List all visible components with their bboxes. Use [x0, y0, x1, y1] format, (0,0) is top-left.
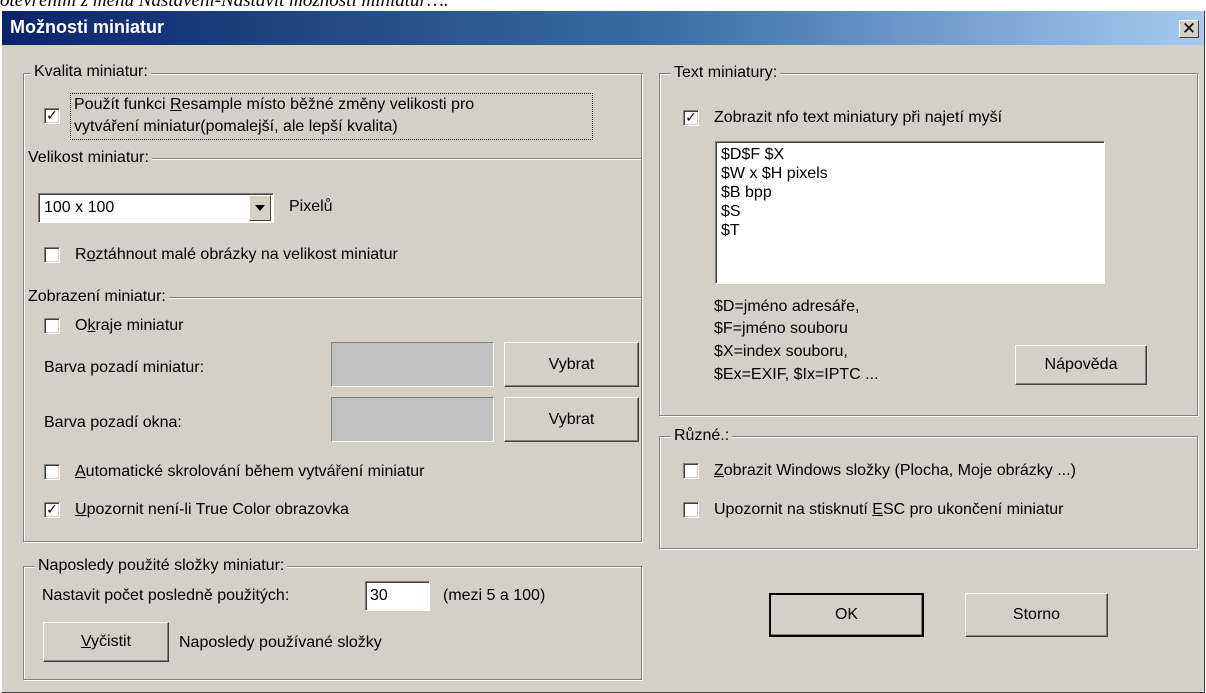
- recent-count-value: 30: [370, 587, 388, 604]
- display-legend: Zobrazení miniatur:: [25, 288, 169, 306]
- dialog-title: Možnosti miniatur: [10, 17, 164, 37]
- clear-recent-button[interactable]: Vyčistit: [43, 622, 169, 662]
- stretch-label: Roztáhnout malé obrázky na velikost mini…: [75, 246, 398, 263]
- size-select-value: 100 x 100: [44, 199, 115, 216]
- template-line: $W x $H pixels: [721, 165, 828, 182]
- template-line: $D$F $X: [721, 146, 785, 163]
- info-template-textarea[interactable]: $D$F $X $W x $H pixels $B bpp $S $T: [715, 141, 1105, 284]
- close-button[interactable]: ✕: [1179, 20, 1199, 38]
- esc-warn-checkbox[interactable]: [683, 502, 699, 518]
- help-button[interactable]: Nápověda: [1015, 345, 1147, 385]
- quality-legend: Kvalita miniatur:: [31, 63, 151, 81]
- recent-count-label: Nastavit počet posledně použitých:: [42, 587, 290, 604]
- help-line: $D=jméno adresáře,: [714, 298, 860, 315]
- show-info-label: Zobrazit nfo text miniatury při najetí m…: [714, 109, 1003, 126]
- title-bar: Možnosti miniatur ✕: [2, 11, 1204, 45]
- template-line: $S: [721, 203, 741, 220]
- borders-label: Okraje miniatur: [75, 317, 184, 334]
- resample-label-line1: Použít funkci Resample místo běžné změny…: [74, 96, 475, 113]
- ok-button[interactable]: OK: [769, 593, 924, 637]
- thumb-bg-swatch: [331, 342, 494, 387]
- thumb-bg-label: Barva pozadí miniatur:: [44, 359, 205, 376]
- autoscroll-checkbox[interactable]: [44, 464, 60, 480]
- recent-count-input[interactable]: 30: [365, 581, 430, 611]
- esc-warn-label: Upozornit na stisknutí ESC pro ukončení …: [714, 501, 1064, 518]
- truecolor-checkbox[interactable]: ✓: [44, 502, 60, 518]
- recent-range-label: (mezi 5 a 100): [443, 587, 546, 604]
- text-legend: Text miniatury:: [671, 64, 781, 82]
- recent-legend: Naposledy použité složky miniatur:: [35, 557, 288, 575]
- help-line: $Ex=EXIF, $Ix=IPTC ...: [714, 366, 879, 383]
- cancel-button[interactable]: Storno: [965, 593, 1108, 637]
- size-select-dropdown[interactable]: [249, 195, 271, 221]
- misc-legend: Různé.:: [671, 427, 733, 445]
- misc-group: [659, 436, 1199, 550]
- check-mark-icon: ✓: [46, 107, 58, 123]
- resample-checkbox[interactable]: ✓: [44, 108, 60, 124]
- size-select[interactable]: 100 x 100: [38, 193, 274, 223]
- template-line: $B bpp: [721, 184, 772, 201]
- windows-folders-label: Zobrazit Windows složky (Plocha, Moje ob…: [714, 462, 1076, 479]
- size-legend: Velikost miniatur:: [25, 149, 152, 167]
- resample-label-line2: vytváření miniatur(pomalejší, ale lepší …: [74, 118, 398, 135]
- help-line: $F=jméno souboru: [714, 320, 848, 337]
- show-info-checkbox[interactable]: ✓: [683, 110, 699, 126]
- size-unit-label: Pixelů: [289, 198, 333, 215]
- windows-folders-checkbox[interactable]: [683, 463, 699, 479]
- check-mark-icon: ✓: [685, 109, 697, 125]
- template-line: $T: [721, 222, 740, 239]
- window-bg-swatch: [331, 397, 494, 442]
- window-bg-label: Barva pozadí okna:: [44, 414, 182, 431]
- recent-folders-label: Naposledy používané složky: [179, 634, 382, 651]
- chevron-down-icon: [255, 205, 265, 211]
- thumbnail-options-dialog: Možnosti miniatur ✕ Kvalita miniatur: ✓ …: [1, 10, 1205, 693]
- check-mark-icon: ✓: [46, 501, 58, 517]
- thumb-bg-choose-button[interactable]: Vybrat: [504, 342, 639, 387]
- help-line: $X=index souboru,: [714, 343, 848, 360]
- borders-checkbox[interactable]: [44, 318, 60, 334]
- stretch-checkbox[interactable]: [44, 247, 60, 263]
- truecolor-label: Upozornit není-li True Color obrazovka: [75, 501, 349, 518]
- window-bg-choose-button[interactable]: Vybrat: [504, 397, 639, 442]
- close-icon: ✕: [1181, 19, 1197, 38]
- autoscroll-label: Automatické skrolování během vytváření m…: [75, 463, 425, 480]
